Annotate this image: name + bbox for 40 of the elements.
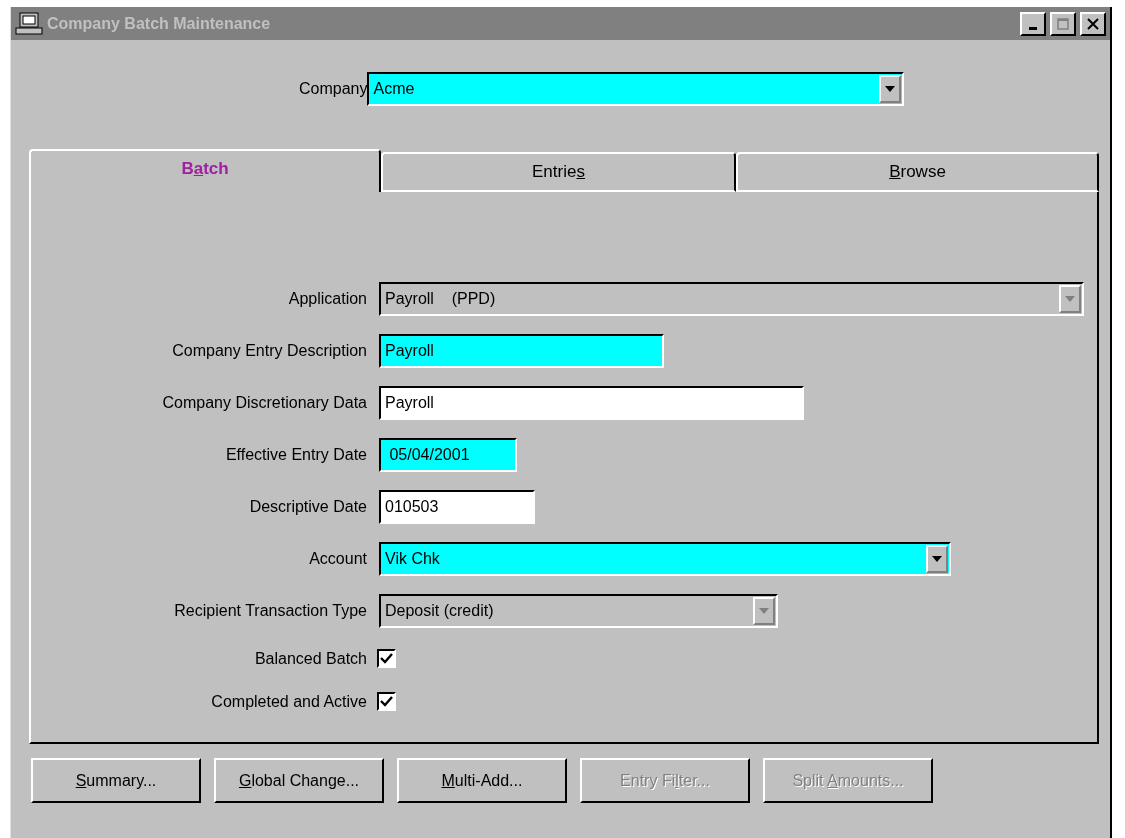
- action-button[interactable]: Global Change...: [214, 758, 384, 803]
- field-label: Account: [309, 550, 367, 568]
- window-title: Company Batch Maintenance: [47, 14, 272, 33]
- maximize-button[interactable]: [1050, 11, 1076, 36]
- caret-down-icon: [885, 86, 896, 92]
- tab[interactable]: Browse: [736, 152, 1099, 192]
- field-label: Effective Entry Date: [225, 446, 367, 464]
- text-field[interactable]: Payroll: [379, 334, 664, 368]
- caret-down-icon: [759, 608, 769, 614]
- dropdown[interactable]: Vik Chk: [379, 542, 951, 576]
- checkbox[interactable]: [377, 692, 396, 711]
- field-label: Recipient Transaction Type: [174, 602, 367, 620]
- checkbox[interactable]: [377, 649, 396, 668]
- text-field[interactable]: Payroll: [379, 386, 804, 420]
- text-field[interactable]: 05/04/2001: [379, 438, 517, 472]
- field-label: Application: [288, 290, 367, 308]
- caret-down-icon: [1065, 296, 1075, 302]
- checkmark-icon: [380, 696, 393, 707]
- field-label: Descriptive Date: [249, 498, 367, 516]
- computer-icon: [15, 11, 43, 36]
- minimize-icon: [1029, 27, 1037, 30]
- dropdown-arrow-button[interactable]: [879, 75, 902, 103]
- close-button[interactable]: [1080, 11, 1106, 36]
- caret-down-icon: [932, 556, 942, 562]
- tab[interactable]: Batch: [29, 149, 381, 192]
- checkbox-label: Completed and Active: [211, 692, 367, 711]
- action-button[interactable]: Multi-Add...: [397, 758, 567, 803]
- field-label: Company Discretionary Data: [162, 394, 367, 412]
- maximize-icon: [1057, 17, 1069, 30]
- checkbox-label: Balanced Batch: [254, 649, 367, 668]
- text-field[interactable]: 010503: [379, 490, 535, 524]
- field-label: Company: [299, 80, 368, 98]
- minimize-button[interactable]: [1020, 11, 1046, 36]
- company-dropdown[interactable]: Acme: [367, 72, 905, 106]
- close-icon: [1087, 17, 1099, 30]
- checkmark-icon: [380, 653, 393, 664]
- dropdown-arrow-button[interactable]: [926, 545, 948, 573]
- tab[interactable]: Entries: [381, 152, 736, 192]
- action-button[interactable]: Summary...: [31, 758, 201, 803]
- field-label: Company Entry Description: [172, 342, 367, 360]
